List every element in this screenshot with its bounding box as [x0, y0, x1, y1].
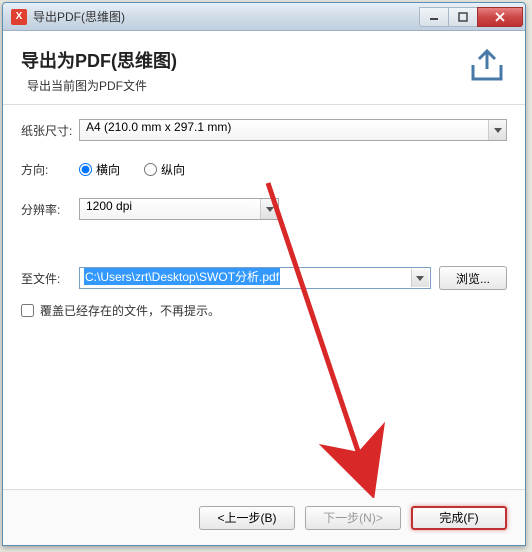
overwrite-checkbox[interactable] — [21, 304, 34, 317]
to-file-row: 至文件: C:\Users\zrt\Desktop\SWOT分析.pdf 浏览.… — [21, 266, 507, 290]
next-button: 下一步(N)> — [305, 506, 401, 530]
radio-horizontal-label: 横向 — [96, 161, 120, 178]
dialog-header: 导出为PDF(思维图) 导出当前图为PDF文件 — [3, 31, 525, 105]
overwrite-label: 覆盖已经存在的文件，不再提示。 — [40, 302, 220, 319]
orientation-row: 方向: 横向 纵向 — [21, 161, 507, 178]
back-button[interactable]: <上一步(B) — [199, 506, 295, 530]
to-file-label: 至文件: — [21, 270, 71, 287]
maximize-icon — [458, 12, 468, 22]
export-icon — [467, 47, 507, 83]
radio-vertical-label: 纵向 — [161, 161, 185, 178]
page-title: 导出为PDF(思维图) — [21, 47, 467, 73]
dialog-footer: <上一步(B) 下一步(N)> 完成(F) — [3, 489, 525, 545]
finish-button[interactable]: 完成(F) — [411, 506, 507, 530]
minimize-button[interactable] — [419, 7, 449, 27]
header-text-block: 导出为PDF(思维图) 导出当前图为PDF文件 — [21, 47, 467, 94]
paper-size-select[interactable]: A4 (210.0 mm x 297.1 mm) — [79, 119, 507, 141]
orientation-label: 方向: — [21, 161, 79, 178]
radio-vertical-input[interactable] — [144, 163, 157, 176]
paper-size-row: 纸张尺寸: A4 (210.0 mm x 297.1 mm) — [21, 119, 507, 141]
title-bar[interactable]: X 导出PDF(思维图) — [3, 3, 525, 31]
form-area: 纸张尺寸: A4 (210.0 mm x 297.1 mm) 方向: 横向 纵向… — [3, 105, 525, 333]
radio-horizontal-input[interactable] — [79, 163, 92, 176]
dialog-window: X 导出PDF(思维图) 导出为PDF(思维图) 导出当前图为PDF文件 纸张尺… — [2, 2, 526, 546]
close-icon — [495, 12, 505, 22]
browse-button[interactable]: 浏览... — [439, 266, 507, 290]
to-file-combobox[interactable]: C:\Users\zrt\Desktop\SWOT分析.pdf — [79, 267, 431, 289]
maximize-button[interactable] — [448, 7, 478, 27]
page-subtitle: 导出当前图为PDF文件 — [27, 77, 467, 94]
orientation-radio-group: 横向 纵向 — [79, 161, 185, 178]
dpi-label: 分辨率: — [21, 201, 79, 218]
dpi-row: 分辨率: 1200 dpi — [21, 198, 507, 220]
paper-size-label: 纸张尺寸: — [21, 122, 79, 139]
app-icon: X — [11, 9, 27, 25]
orientation-horizontal[interactable]: 横向 — [79, 161, 120, 178]
close-button[interactable] — [477, 7, 523, 27]
window-title: 导出PDF(思维图) — [33, 8, 420, 25]
overwrite-checkbox-row[interactable]: 覆盖已经存在的文件，不再提示。 — [21, 302, 507, 319]
window-controls — [420, 7, 523, 27]
orientation-vertical[interactable]: 纵向 — [144, 161, 185, 178]
paper-size-value: A4 (210.0 mm x 297.1 mm) — [79, 119, 507, 141]
dpi-value: 1200 dpi — [79, 198, 279, 220]
chevron-down-icon — [411, 269, 429, 287]
dpi-select[interactable]: 1200 dpi — [79, 198, 279, 220]
minimize-icon — [429, 12, 439, 22]
to-file-value: C:\Users\zrt\Desktop\SWOT分析.pdf — [84, 268, 280, 285]
